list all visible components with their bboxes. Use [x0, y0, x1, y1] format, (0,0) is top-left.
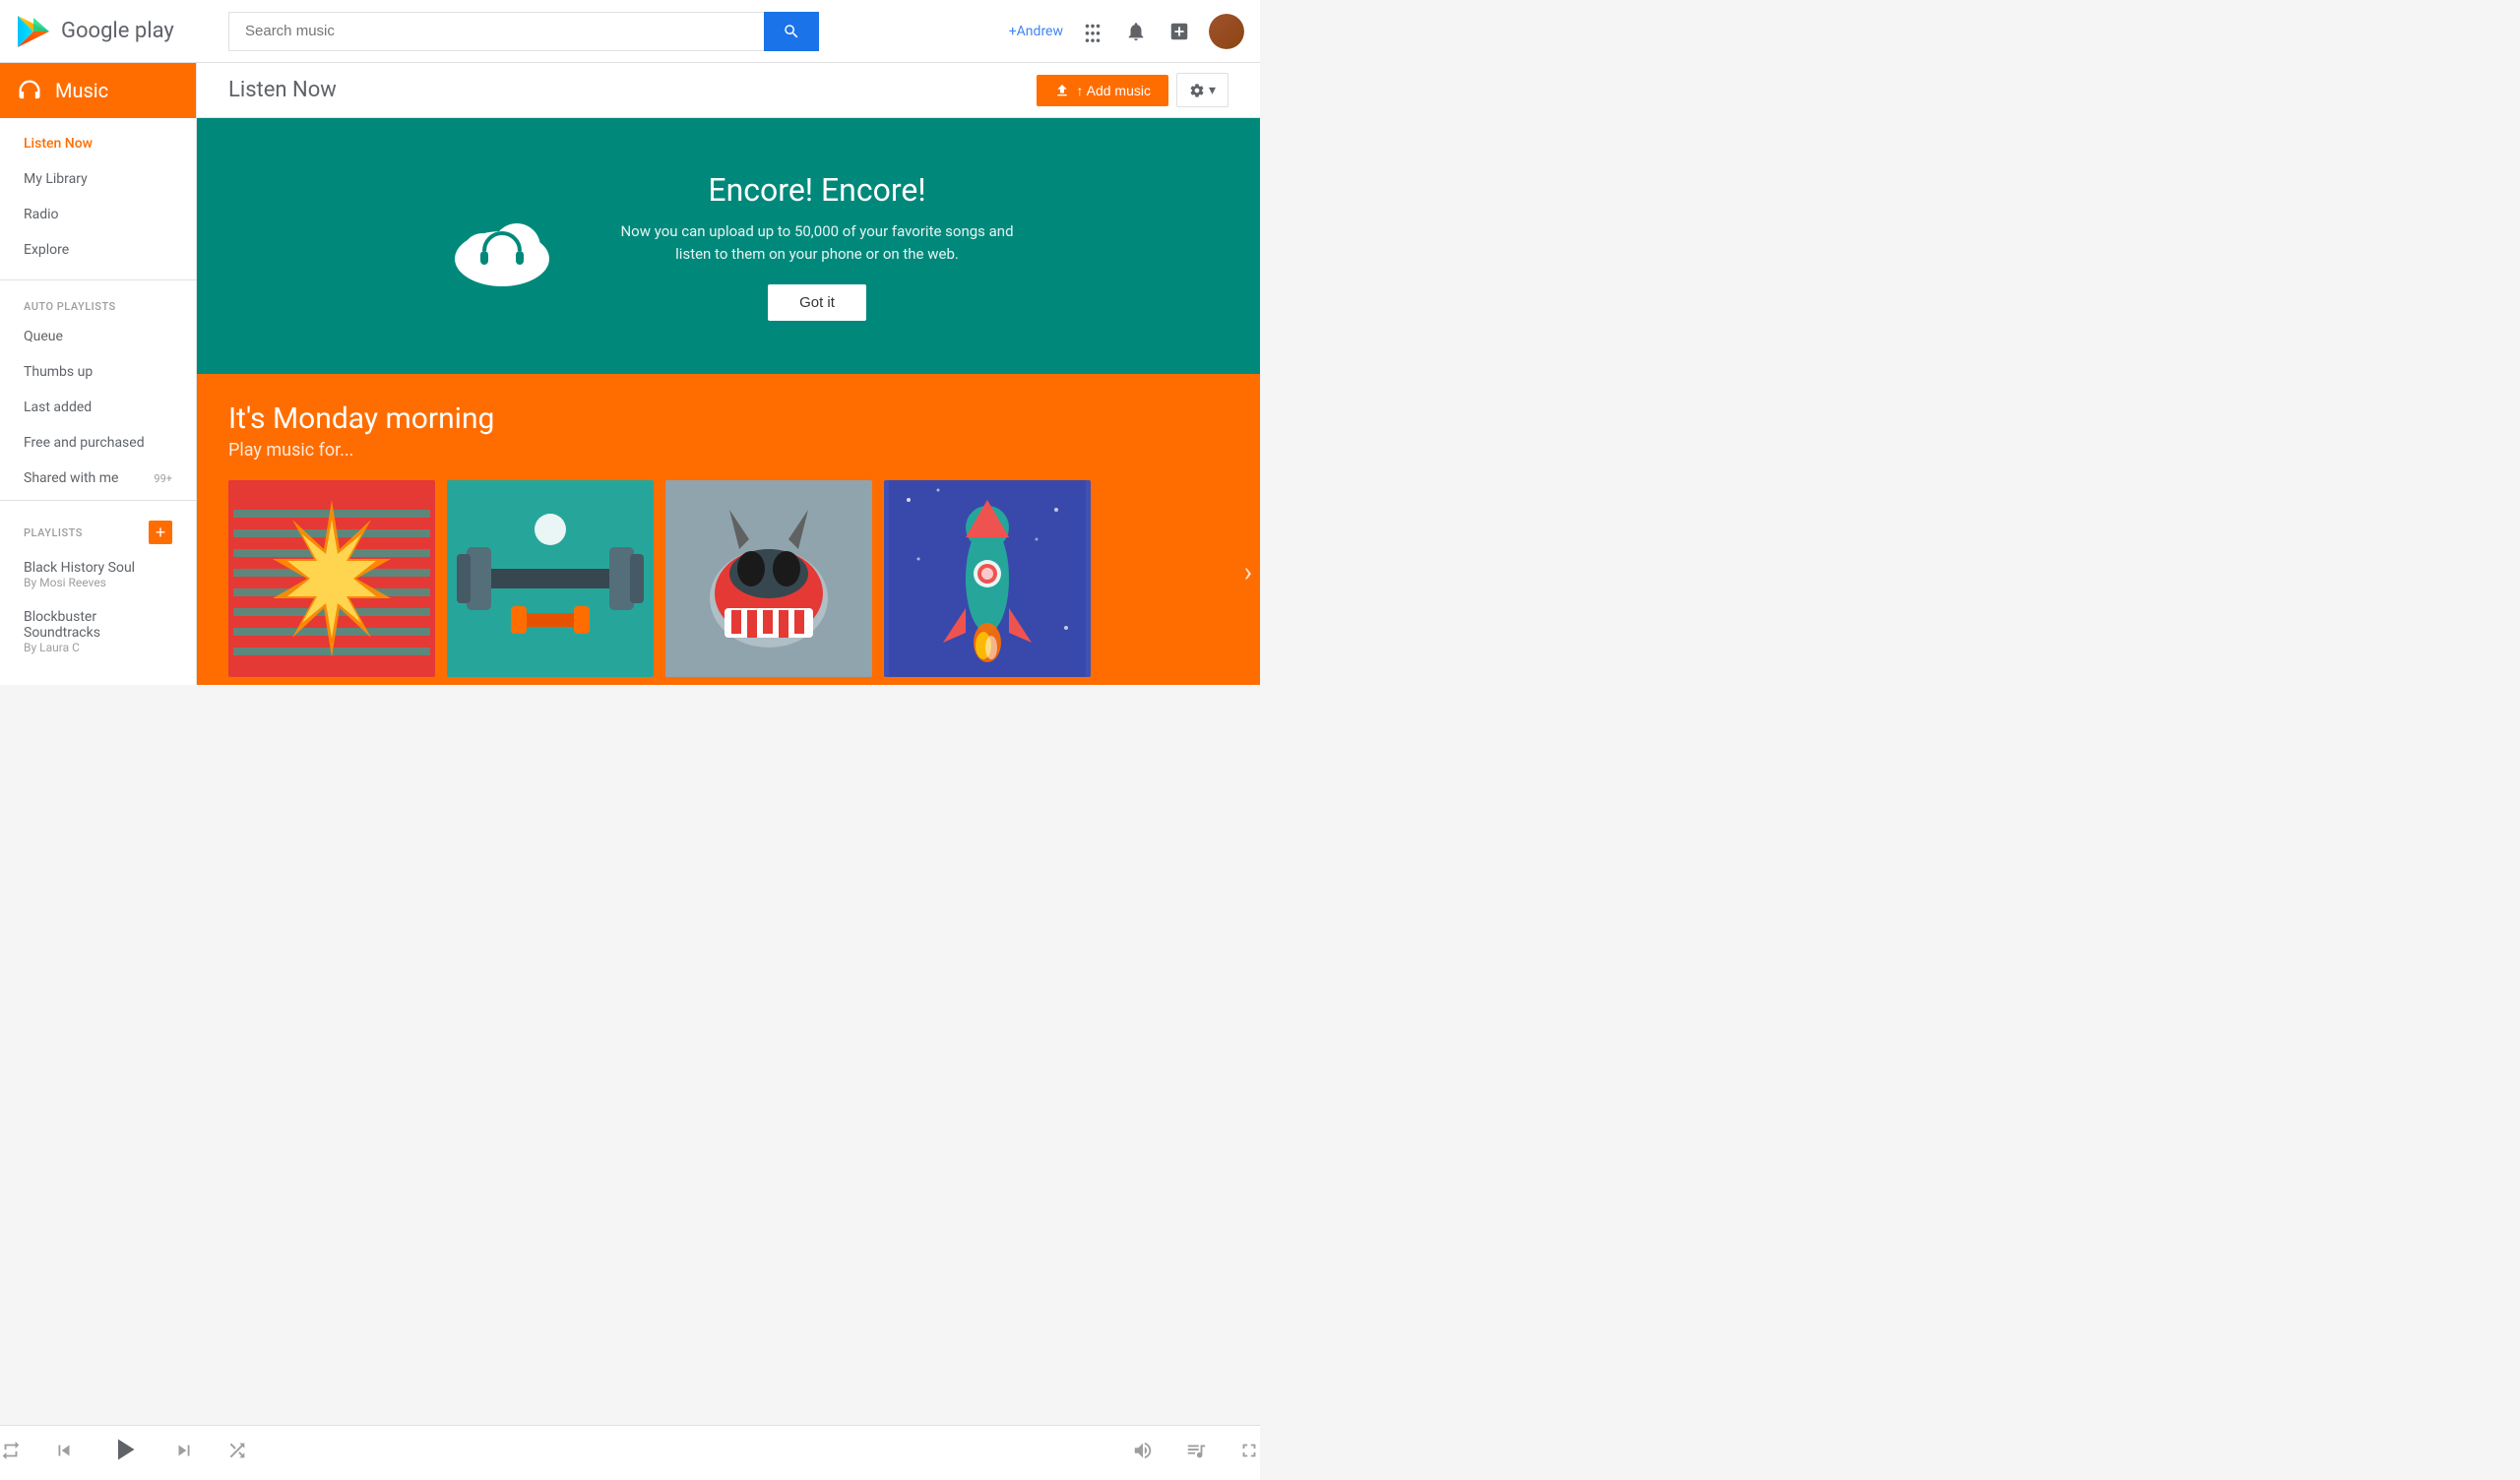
playlists-label: PLAYLISTS [24, 526, 149, 539]
search-area [228, 12, 819, 51]
top-nav: Google play +Andrew [0, 0, 1260, 63]
upload-icon [1054, 83, 1070, 98]
gear-icon [1189, 83, 1205, 98]
card-beast-mode[interactable]: Entering Beast Mode [665, 480, 872, 685]
sidebar-item-explore[interactable]: Explore [0, 232, 196, 268]
prev-button[interactable] [53, 1440, 75, 1466]
search-icon [783, 23, 800, 40]
card-boosting-energy[interactable]: Boosting Your Energy [884, 480, 1091, 685]
search-input[interactable] [228, 12, 764, 51]
search-button[interactable] [764, 12, 819, 51]
free-purchased-label: Free and purchased [24, 435, 145, 451]
main-layout: Music Listen Now My Library Radio Explor… [0, 63, 1260, 685]
add-music-button[interactable]: ↑ Add music [1037, 75, 1167, 106]
cloud-headphones-icon [443, 202, 561, 290]
queue-label: Queue [24, 329, 63, 344]
sidebar: Music Listen Now My Library Radio Explor… [0, 63, 197, 685]
sidebar-item-shared-with-me[interactable]: Shared with me 99+ [0, 461, 196, 496]
shared-with-me-label: Shared with me [24, 470, 118, 486]
brand-new-music-art-icon [233, 480, 430, 677]
headphones-icon [16, 77, 43, 104]
expand-button[interactable] [1238, 1440, 1260, 1466]
boosting-energy-art-icon [889, 480, 1086, 677]
blockbuster-label: Blockbuster Soundtracks [24, 609, 172, 641]
sidebar-item-last-added[interactable]: Last added [0, 390, 196, 425]
sidebar-item-thumbs-up[interactable]: Thumbs up [0, 354, 196, 390]
sidebar-item-radio[interactable]: Radio [0, 197, 196, 232]
black-history-label: Black History Soul [24, 560, 135, 576]
content-header: Listen Now ↑ Add music ▾ [197, 63, 1260, 118]
working-out-art-icon [452, 480, 649, 677]
promo-text: Encore! Encore! Now you can upload up to… [620, 171, 1013, 321]
monday-title: It's Monday morning [228, 401, 1228, 436]
notifications-icon[interactable] [1122, 18, 1150, 45]
page-title: Listen Now [228, 78, 337, 102]
apps-grid-icon[interactable] [1079, 18, 1106, 45]
promo-description: Now you can upload up to 50,000 of your … [620, 220, 1013, 265]
last-added-label: Last added [24, 400, 92, 415]
shuffle-button[interactable] [226, 1440, 248, 1466]
monday-section: It's Monday morning Play music for... [197, 374, 1260, 685]
header-actions: ↑ Add music ▾ [1037, 73, 1228, 107]
queue-button[interactable] [1185, 1440, 1207, 1466]
sidebar-item-queue[interactable]: Queue [0, 319, 196, 354]
got-it-button[interactable]: Got it [768, 284, 866, 321]
next-arrow-button[interactable]: › [1244, 556, 1252, 588]
volume-button[interactable] [1132, 1440, 1154, 1466]
add-music-label: ↑ Add music [1076, 83, 1150, 98]
promo-title: Encore! Encore! [620, 171, 1013, 209]
playlists-section: PLAYLISTS + [0, 505, 196, 550]
player-bar [0, 1425, 1260, 1480]
add-box-icon[interactable] [1166, 18, 1193, 45]
promo-banner: Encore! Encore! Now you can upload up to… [197, 118, 1260, 374]
avatar[interactable] [1209, 14, 1244, 49]
card-working-out[interactable]: Working Out [447, 480, 654, 685]
auto-playlists-label: AUTO PLAYLISTS [0, 284, 196, 319]
sidebar-item-black-history[interactable]: Black History Soul By Mosi Reeves [0, 550, 196, 599]
nav-items: Listen Now My Library Radio Explore [0, 118, 196, 276]
sidebar-item-free-purchased[interactable]: Free and purchased [0, 425, 196, 461]
sidebar-item-listen-now[interactable]: Listen Now [0, 126, 196, 161]
music-cards-row: Brand New Music [228, 480, 1228, 685]
beast-mode-art-icon [670, 480, 867, 677]
sidebar-header: Music [0, 63, 196, 118]
repeat-button[interactable] [0, 1440, 22, 1466]
logo-text: Google play [61, 19, 174, 43]
next-button[interactable] [173, 1440, 195, 1466]
black-history-sub: By Mosi Reeves [24, 576, 106, 589]
settings-button[interactable]: ▾ [1176, 73, 1228, 107]
avatar-image [1209, 14, 1244, 49]
card-brand-new-music[interactable]: Brand New Music [228, 480, 435, 685]
monday-subtitle: Play music for... [228, 440, 1228, 461]
blockbuster-sub: By Laura C [24, 641, 80, 654]
add-playlist-button[interactable]: + [149, 521, 172, 544]
sidebar-music-label: Music [55, 79, 108, 102]
thumbs-up-label: Thumbs up [24, 364, 93, 380]
user-label[interactable]: +Andrew [1009, 24, 1063, 39]
nav-right: +Andrew [1009, 14, 1244, 49]
logo-area: Google play [16, 14, 213, 49]
content-area: Listen Now ↑ Add music ▾ [197, 63, 1260, 685]
sidebar-item-blockbuster[interactable]: Blockbuster Soundtracks By Laura C [0, 599, 196, 664]
sidebar-item-my-library[interactable]: My Library [0, 161, 196, 197]
google-play-logo-icon [16, 14, 51, 49]
shared-badge: 99+ [154, 472, 172, 485]
play-button[interactable] [106, 1432, 142, 1475]
